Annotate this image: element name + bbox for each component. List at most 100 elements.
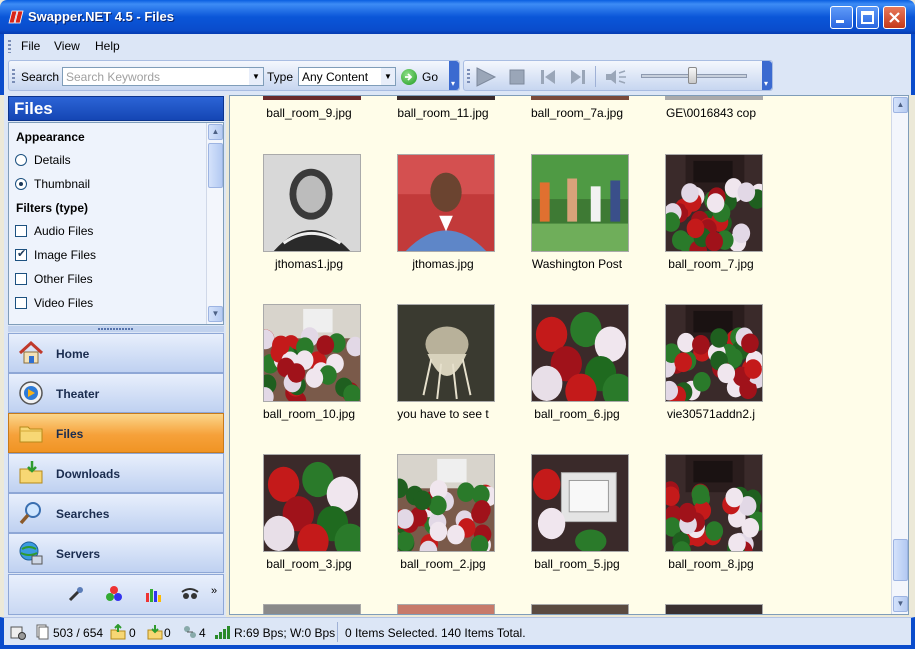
thumbnail-image[interactable] <box>665 304 763 402</box>
panel-splitter[interactable] <box>8 326 224 332</box>
filter-video-checkbox[interactable]: Video Files <box>15 296 93 310</box>
radio-button-icon <box>15 154 27 166</box>
previous-track-icon[interactable] <box>538 67 558 87</box>
scroll-down-icon[interactable]: ▼ <box>893 596 908 612</box>
download-folder-icon <box>147 625 163 640</box>
thumbnail-item[interactable]: you have to see t <box>364 304 495 444</box>
thumbnail-item[interactable]: vie30571addn2.j <box>632 304 763 444</box>
thumbnail-image[interactable] <box>665 454 763 552</box>
filter-other-label: Other Files <box>34 272 93 286</box>
nav-theater[interactable]: Theater <box>8 373 224 413</box>
thumbnail-item[interactable]: ball_room_2.jpg <box>364 454 495 594</box>
thumbnail-image[interactable] <box>397 154 495 252</box>
volume-icon[interactable] <box>603 67 629 87</box>
thumbnail-image[interactable] <box>665 604 763 614</box>
play-icon[interactable] <box>472 67 498 87</box>
stop-icon[interactable] <box>507 67 527 87</box>
close-button[interactable] <box>883 6 906 29</box>
statistics-icon[interactable] <box>144 585 162 603</box>
file-thumbnail-view[interactable]: ball_room_9.jpg ball_room_11.jpg ball_ro… <box>229 95 909 615</box>
thumbnail-image[interactable] <box>531 96 629 100</box>
toolbar-grip[interactable] <box>12 69 15 84</box>
thumbnail-image[interactable] <box>531 604 629 614</box>
thumbnail-image[interactable] <box>397 96 495 100</box>
thumbnail-item[interactable]: jthomas1.jpg <box>230 154 361 294</box>
go-button[interactable]: Go <box>401 68 441 86</box>
radio-thumbnail[interactable]: Thumbnail <box>15 177 90 191</box>
filter-other-checkbox[interactable]: Other Files <box>15 272 93 286</box>
media-toolbar-overflow-button[interactable]: ▾ <box>762 61 772 90</box>
content-scrollbar[interactable]: ▲ ▼ <box>891 96 908 614</box>
thumbnail-image[interactable] <box>665 154 763 252</box>
go-label: Go <box>422 70 439 84</box>
thumbnail-image[interactable] <box>263 604 361 614</box>
next-track-icon[interactable] <box>568 67 588 87</box>
status-bar: 503 / 654 0 0 4 R:69 Bps; W:0 Bps 0 Item… <box>0 617 915 649</box>
thumbnail-image[interactable] <box>263 454 361 552</box>
menu-view[interactable]: View <box>54 39 80 53</box>
thumbnail-image[interactable] <box>263 154 361 252</box>
options-scrollbar[interactable]: ▲ ▼ <box>206 123 223 324</box>
thumbnail-caption[interactable]: GE\0016843 cop <box>632 106 790 120</box>
nav-downloads[interactable]: Downloads <box>8 453 224 493</box>
thumbnail-image[interactable] <box>665 96 763 100</box>
thumbnail-image[interactable] <box>397 304 495 402</box>
radio-details[interactable]: Details <box>15 153 71 167</box>
toolbar-area: Search Search Keywords ▼ Type Any Conten… <box>0 58 915 95</box>
chevron-down-icon: ▾ <box>451 79 456 88</box>
thumbnail-image[interactable] <box>397 604 495 614</box>
thumbnail-image[interactable] <box>397 454 495 552</box>
type-select[interactable]: Any Content ▼ <box>298 67 396 86</box>
nav-files[interactable]: Files <box>8 413 224 453</box>
spy-glasses-icon[interactable] <box>181 585 199 603</box>
search-input[interactable]: Search Keywords ▼ <box>62 67 264 86</box>
media-toolbar-grip[interactable] <box>467 69 470 84</box>
thumbnail-image[interactable] <box>531 304 629 402</box>
thumbnail-item[interactable]: ball_room_3.jpg <box>230 454 361 594</box>
chevron-right-icon[interactable]: » <box>211 585 217 597</box>
thumbnail-image[interactable] <box>531 154 629 252</box>
thumbnail-image[interactable] <box>263 96 361 100</box>
selection-status: 0 Items Selected. 140 Items Total. <box>345 626 526 640</box>
thumbnail-caption[interactable]: ball_room_8.jpg <box>632 557 790 571</box>
minimize-button[interactable] <box>830 6 853 29</box>
search-dropdown-icon[interactable]: ▼ <box>249 68 263 85</box>
type-dropdown-icon[interactable]: ▼ <box>381 68 395 85</box>
scroll-thumb[interactable] <box>893 539 908 581</box>
filter-image-checkbox[interactable]: Image Files <box>15 247 96 262</box>
thumbnail-item[interactable]: ball_room_6.jpg <box>498 304 629 444</box>
scroll-down-icon[interactable]: ▼ <box>208 306 223 322</box>
thumbnail-item[interactable]: ball_room_8.jpg <box>632 454 763 594</box>
search-label: Search <box>21 70 60 84</box>
menu-bar: File View Help <box>0 34 915 58</box>
thumbnail-caption[interactable]: ball_room_7.jpg <box>632 257 790 271</box>
thumbnail-item[interactable]: ball_room_5.jpg <box>498 454 629 594</box>
download-count: 0 <box>164 626 171 640</box>
nav-searches[interactable]: Searches <box>8 493 224 533</box>
nav-home[interactable]: Home <box>8 333 224 373</box>
maximize-button[interactable] <box>856 6 879 29</box>
color-wheel-icon[interactable] <box>105 585 123 603</box>
scroll-up-icon[interactable]: ▲ <box>208 124 223 140</box>
menu-help[interactable]: Help <box>95 39 120 53</box>
menu-file[interactable]: File <box>21 39 40 53</box>
servers-icon <box>19 541 43 565</box>
nav-servers[interactable]: Servers <box>8 533 224 573</box>
thumbnail-item[interactable]: ball_room_7.jpg <box>632 154 763 294</box>
thumbnail-caption[interactable]: vie30571addn2.j <box>632 407 790 421</box>
filter-audio-checkbox[interactable]: Audio Files <box>15 224 93 238</box>
thumbnail-image[interactable] <box>263 304 361 402</box>
volume-slider-thumb[interactable] <box>688 67 697 84</box>
filter-video-label: Video Files <box>34 296 94 310</box>
thumbnail-item[interactable]: ball_room_10.jpg <box>230 304 361 444</box>
plugin-icon[interactable] <box>67 585 85 603</box>
scroll-thumb[interactable] <box>208 143 223 188</box>
scroll-up-icon[interactable]: ▲ <box>893 97 908 113</box>
title-bar: Swapper.NET 4.5 - Files <box>0 0 915 34</box>
toolbar-overflow-button[interactable]: ▾ <box>449 61 459 90</box>
thumbnail-image[interactable] <box>531 454 629 552</box>
thumbnail-item[interactable]: Washington Post <box>498 154 629 294</box>
thumbnail-item[interactable]: jthomas.jpg <box>364 154 495 294</box>
sidebar-header: Files <box>8 96 224 121</box>
menu-grip[interactable] <box>8 40 11 53</box>
